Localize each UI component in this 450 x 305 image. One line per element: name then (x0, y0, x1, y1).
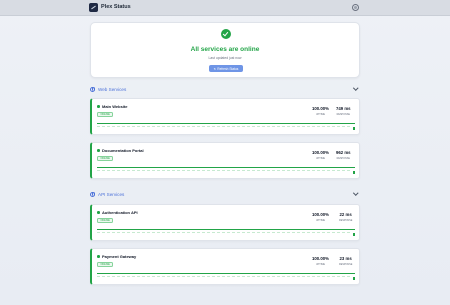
section-title: Web Services (98, 86, 127, 92)
uptime-history-latest (353, 127, 355, 130)
status-dot (97, 105, 100, 108)
uptime-history-latest (353, 233, 355, 236)
response-stat: 749 ms RESPONSE (336, 106, 351, 116)
response-stat: 22 ms RESPONSE (339, 212, 352, 222)
uptime-history-latest (353, 277, 355, 280)
response-value: 23 ms (339, 256, 352, 261)
uptime-label: UPTIME (315, 156, 325, 160)
response-label: RESPONSE (336, 156, 350, 160)
top-bar: Plex Status (0, 0, 450, 16)
section-header-api-services[interactable]: API Services (90, 190, 360, 198)
uptime-value: 100.00% (312, 212, 329, 217)
globe-icon (90, 86, 96, 92)
refresh-button[interactable]: ↻ Refresh Status (209, 65, 243, 72)
response-value: 962 ms (336, 150, 351, 155)
status-dot (97, 211, 100, 214)
uptime-bar-fill (97, 273, 355, 275)
uptime-label: UPTIME (315, 218, 325, 222)
chevron-down-icon[interactable] (352, 85, 358, 91)
uptime-label: UPTIME (315, 262, 325, 266)
uptime-history (97, 276, 350, 278)
refresh-button-label: Refresh Status (217, 66, 239, 71)
uptime-history (97, 126, 350, 128)
status-badge: ONLINE (97, 112, 114, 117)
uptime-stat: 100.00% UPTIME (312, 212, 329, 222)
uptime-bar-fill (97, 229, 355, 231)
uptime-label: UPTIME (315, 112, 325, 116)
status-badge: ONLINE (97, 218, 114, 223)
status-dot (97, 149, 100, 152)
theme-toggle-icon[interactable] (352, 4, 359, 11)
response-label: RESPONSE (339, 262, 353, 266)
status-badge: ONLINE (97, 262, 114, 267)
service-card-documentation-portal[interactable]: Documentation Portal ONLINE 100.00% UPTI… (90, 142, 360, 179)
chevron-down-icon[interactable] (352, 190, 358, 196)
response-label: RESPONSE (336, 112, 350, 116)
uptime-bar-fill (97, 123, 355, 125)
service-card-authentication-api[interactable]: Authentication API ONLINE 100.00% UPTIME… (90, 204, 360, 241)
service-card-payment-gateway[interactable]: Payment Gateway ONLINE 100.00% UPTIME 23… (90, 248, 360, 285)
response-label: RESPONSE (339, 218, 353, 222)
service-name: Documentation Portal (102, 148, 144, 153)
response-value: 749 ms (336, 106, 351, 111)
uptime-history-latest (353, 171, 355, 174)
uptime-history (97, 232, 350, 234)
status-dot (97, 255, 100, 258)
uptime-value: 100.00% (312, 106, 329, 111)
service-name: Payment Gateway (102, 254, 137, 259)
uptime-stat: 100.00% UPTIME (312, 106, 329, 116)
overall-status-title: All services are online (190, 46, 260, 53)
service-card-main-website[interactable]: Main Website ONLINE 100.00% UPTIME 749 m… (90, 98, 360, 135)
response-value: 22 ms (339, 212, 352, 217)
check-circle-icon (221, 29, 231, 39)
app-title: Plex Status (101, 4, 131, 10)
uptime-bar (97, 229, 355, 231)
status-summary-card: All services are online Last updated jus… (90, 22, 360, 78)
section-header-web-services[interactable]: Web Services (90, 85, 360, 93)
status-badge: ONLINE (97, 156, 114, 161)
refresh-icon: ↻ (213, 66, 217, 71)
uptime-bar (97, 167, 355, 169)
section-title: API Services (98, 191, 125, 197)
service-name: Authentication API (102, 210, 138, 215)
uptime-value: 100.00% (312, 256, 329, 261)
uptime-bar (97, 273, 355, 275)
service-name: Main Website (102, 104, 128, 109)
response-stat: 23 ms RESPONSE (339, 256, 352, 266)
uptime-history (97, 170, 350, 172)
plex-logo-icon (89, 3, 98, 12)
uptime-stat: 100.00% UPTIME (312, 150, 329, 160)
response-stat: 962 ms RESPONSE (336, 150, 351, 160)
globe-icon (90, 191, 96, 197)
uptime-bar-fill (97, 167, 355, 169)
last-updated-text: Last updated just now (208, 56, 242, 60)
uptime-stat: 100.00% UPTIME (312, 256, 329, 266)
uptime-value: 100.00% (312, 150, 329, 155)
uptime-bar (97, 123, 355, 125)
